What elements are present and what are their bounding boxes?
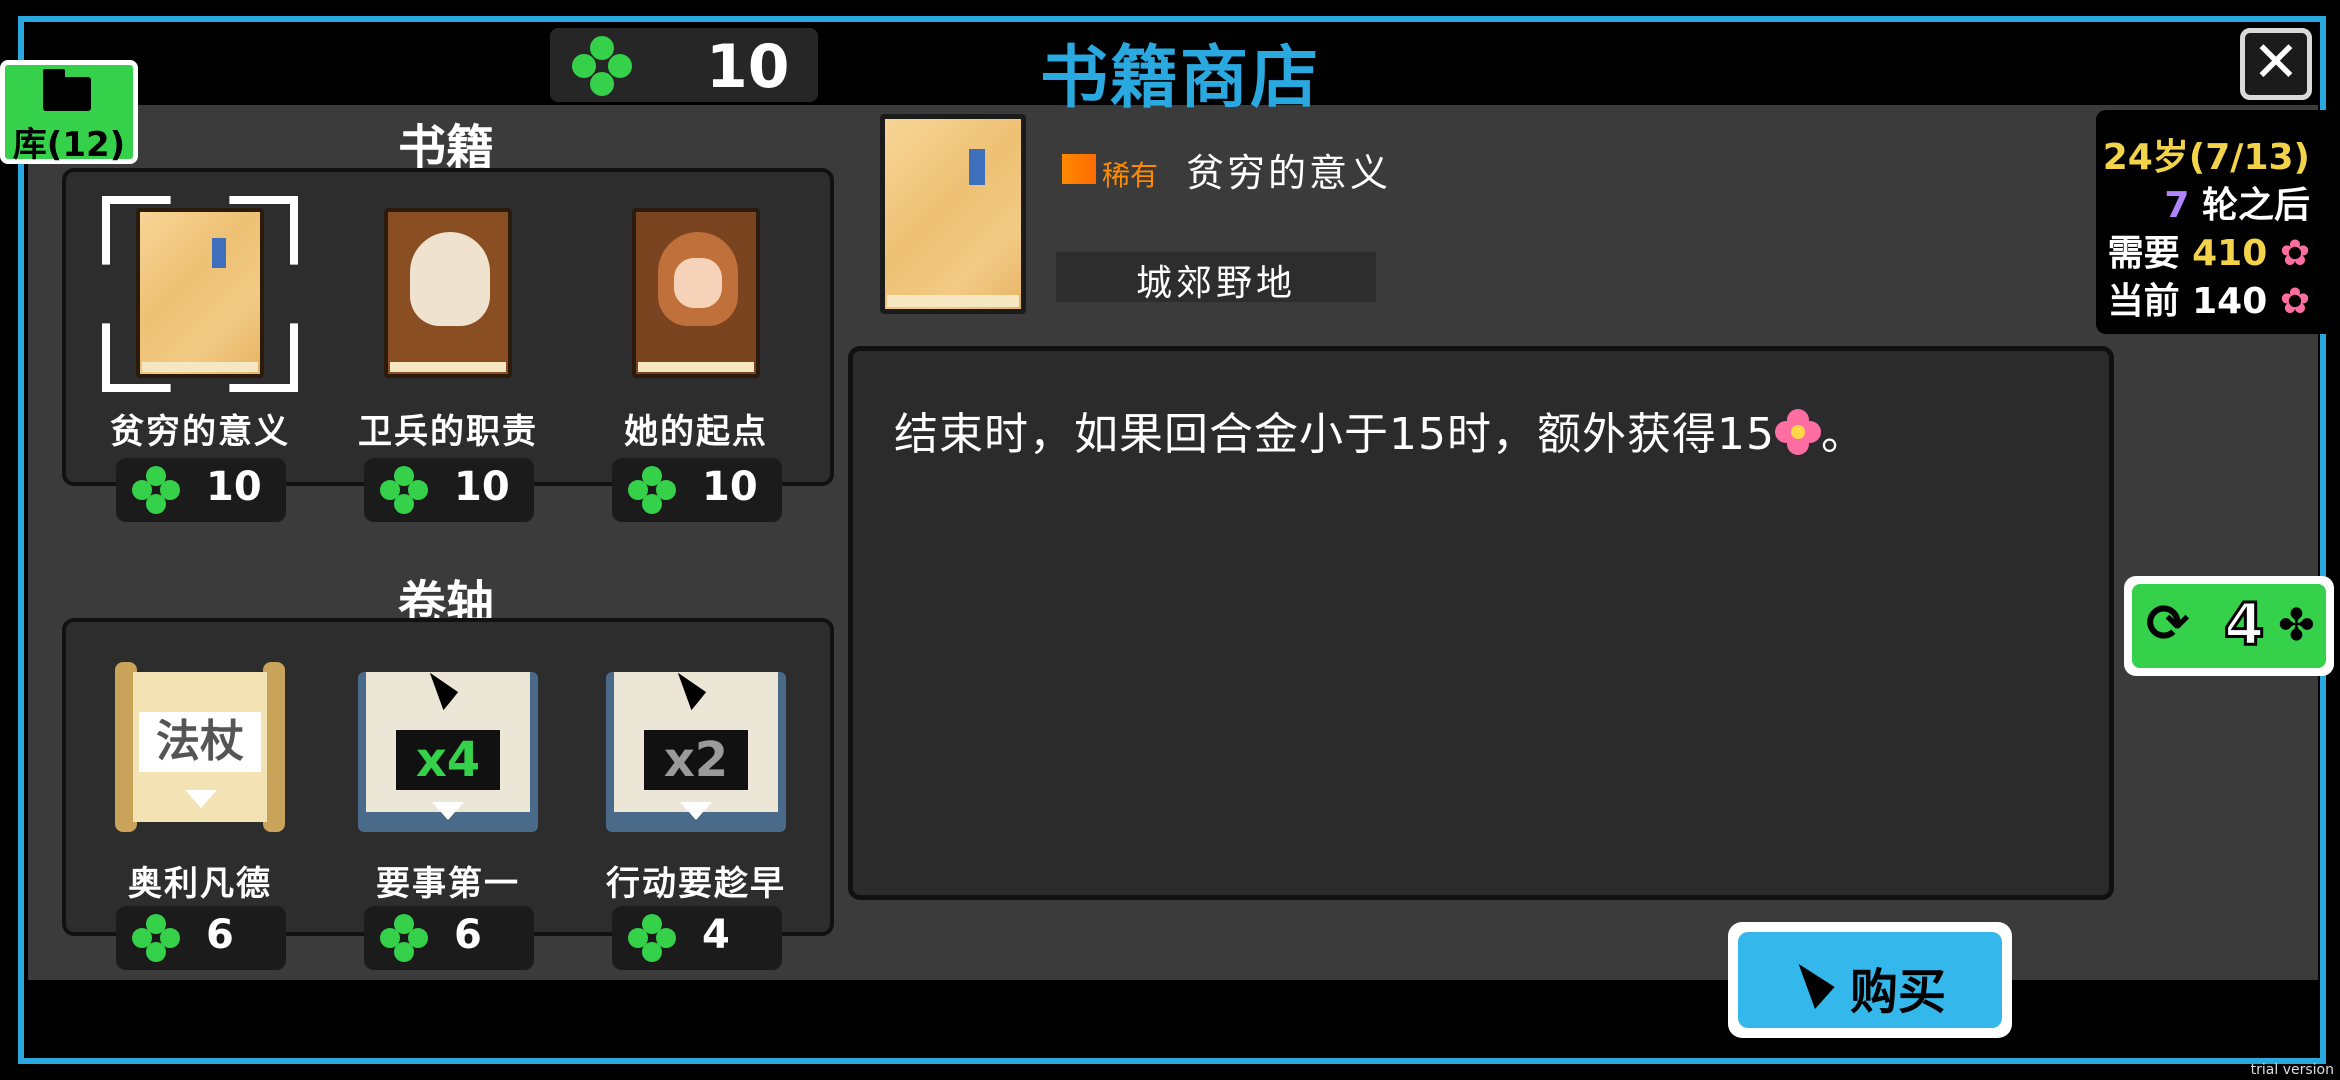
flower-icon: ✿ bbox=[2279, 233, 2310, 274]
buy-label: 购买 bbox=[1850, 964, 1947, 1020]
arrow-down-icon bbox=[432, 802, 464, 820]
shop-title: 书籍商店 bbox=[1039, 39, 1320, 118]
refresh-icon: ⟳ bbox=[2146, 594, 2190, 654]
price-value: 4 bbox=[702, 912, 730, 958]
flower-icon bbox=[1774, 409, 1821, 455]
book-label: 贫穷的意义 bbox=[110, 412, 290, 452]
price-tag: 6 bbox=[116, 906, 286, 970]
current-line: 当前 140 ✿ bbox=[2107, 281, 2310, 322]
book-cover-map bbox=[136, 208, 264, 378]
cursor-icon bbox=[1798, 955, 1840, 1009]
price-value: 10 bbox=[206, 464, 262, 510]
price-tag: 4 bbox=[612, 906, 782, 970]
description-text: 结束时，如果回合金小于15时，额外获得15 。 bbox=[894, 398, 1866, 462]
price-value: 6 bbox=[206, 912, 234, 958]
currency-value: 10 bbox=[706, 32, 790, 102]
close-icon: ✕ bbox=[2252, 30, 2300, 95]
refresh-button[interactable]: ⟳ 4 ✤ bbox=[2124, 576, 2334, 676]
scroll-art-text: x4 bbox=[396, 730, 500, 790]
book-label: 她的起点 bbox=[624, 412, 768, 452]
figure-icon bbox=[212, 238, 226, 268]
book-item[interactable]: 她的起点 bbox=[576, 196, 816, 456]
book-item[interactable]: 贫穷的意义 bbox=[80, 196, 320, 456]
scroll-art-text: 法杖 bbox=[139, 712, 261, 772]
clover-icon bbox=[132, 466, 180, 514]
need-line: 需要 410 ✿ bbox=[2107, 233, 2310, 274]
open-book-art: x2 bbox=[606, 662, 786, 832]
scroll-item[interactable]: x2 行动要趁早 bbox=[576, 656, 816, 906]
rounds-line: 7 轮之后 bbox=[2164, 185, 2310, 226]
price-tag: 10 bbox=[116, 458, 286, 522]
close-button[interactable]: ✕ bbox=[2240, 28, 2312, 100]
scroll-item[interactable]: 法杖 奥利凡德 bbox=[80, 656, 320, 906]
clover-icon bbox=[628, 914, 676, 962]
currency-display: 10 bbox=[550, 28, 818, 102]
book-label: 卫兵的职责 bbox=[358, 412, 538, 452]
price-value: 10 bbox=[702, 464, 758, 510]
clover-icon bbox=[380, 914, 428, 962]
scroll-item[interactable]: x4 要事第一 bbox=[328, 656, 568, 906]
price-value: 6 bbox=[454, 912, 482, 958]
trial-watermark: trial version bbox=[2250, 1062, 2334, 1078]
location-label: 城郊野地 bbox=[1135, 263, 1296, 304]
price-tag: 6 bbox=[364, 906, 534, 970]
description-end: 。 bbox=[1820, 409, 1866, 460]
scroll-label: 要事第一 bbox=[376, 864, 520, 904]
price-tag: 10 bbox=[612, 458, 782, 522]
flower-icon: ✿ bbox=[2279, 281, 2310, 322]
clover-icon: ✤ bbox=[2278, 600, 2315, 651]
arrow-down-icon bbox=[185, 790, 217, 808]
book-cover-guard bbox=[384, 208, 512, 378]
description-body: 结束时，如果回合金小于15时，额外获得15 bbox=[894, 409, 1775, 460]
open-book-art: x4 bbox=[358, 662, 538, 832]
clover-icon bbox=[572, 36, 632, 96]
status-panel: 24岁(7/13) 7 轮之后 需要 410 ✿ 当前 140 ✿ bbox=[2096, 110, 2340, 334]
scroll-art: 法杖 bbox=[115, 662, 285, 832]
selected-book-name: 贫穷的意义 bbox=[1186, 151, 1392, 195]
age-line: 24岁(7/13) bbox=[2102, 137, 2310, 178]
clover-icon bbox=[628, 466, 676, 514]
buy-button[interactable]: 购买 bbox=[1728, 922, 2012, 1038]
library-tab[interactable]: 库(12) bbox=[0, 60, 138, 165]
scroll-label: 行动要趁早 bbox=[606, 864, 786, 904]
figure-icon bbox=[969, 149, 985, 185]
arrow-down-icon bbox=[680, 802, 712, 820]
refresh-cost: 4 bbox=[2222, 589, 2265, 660]
folder-icon bbox=[43, 69, 91, 111]
clover-icon bbox=[132, 914, 180, 962]
portrait-icon bbox=[410, 232, 490, 326]
selected-book-cover bbox=[880, 114, 1026, 314]
price-value: 10 bbox=[454, 464, 510, 510]
book-item[interactable]: 卫兵的职责 bbox=[328, 196, 568, 456]
scroll-label: 奥利凡德 bbox=[128, 864, 272, 904]
rarity-icon bbox=[1062, 154, 1096, 184]
scroll-art-text: x2 bbox=[644, 730, 748, 790]
clover-icon bbox=[380, 466, 428, 514]
price-tag: 10 bbox=[364, 458, 534, 522]
rarity-label: 稀有 bbox=[1102, 159, 1159, 192]
library-tab-label: 库(12) bbox=[12, 125, 126, 165]
book-cover-girl bbox=[632, 208, 760, 378]
